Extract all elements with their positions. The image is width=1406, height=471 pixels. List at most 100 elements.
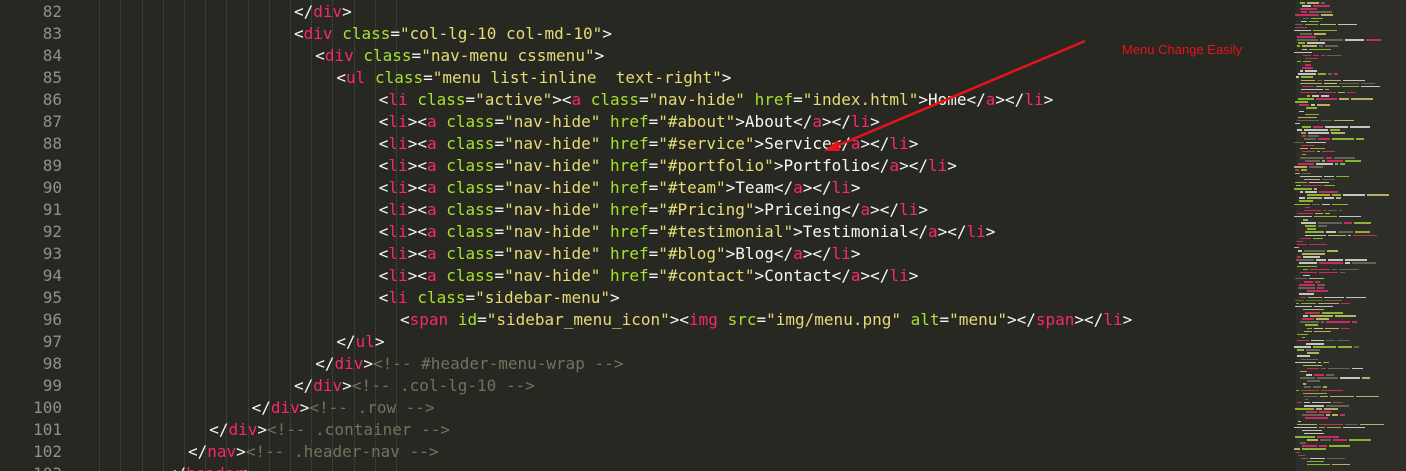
code-token: a: [860, 200, 871, 219]
code-token: =: [494, 266, 505, 285]
code-token: li: [388, 90, 408, 109]
line-number: 86: [42, 90, 62, 109]
code-token: li: [388, 200, 408, 219]
code-token: >: [342, 2, 352, 21]
code-token: >: [822, 112, 832, 131]
code-token: <: [679, 310, 690, 329]
code-token: =: [648, 244, 659, 263]
code-line[interactable]: </div><!-- .container -->: [209, 419, 450, 441]
code-token: li: [899, 200, 919, 219]
code-token: Blog: [735, 244, 774, 263]
code-token: li: [850, 112, 871, 131]
code-token: alt: [910, 310, 940, 329]
indent-guide: [184, 0, 185, 471]
code-token: >: [552, 90, 562, 109]
code-line[interactable]: <li><a class="nav-hide" href="#blog">Blo…: [379, 243, 861, 265]
code-line[interactable]: <li><a class="nav-hide" href="#contact">…: [379, 265, 919, 287]
code-line[interactable]: </ul>: [336, 331, 384, 353]
code-line[interactable]: <span id="sidebar_menu_icon"><img src="i…: [400, 309, 1132, 331]
code-editor[interactable]: 82 83 84 85 86 87 88 89 90 91 92 93 94 95 96 97 98 99 100 1…: [0, 0, 1290, 471]
code-token: Priceing: [764, 200, 842, 219]
line-number: 93: [42, 244, 62, 263]
code-token: =: [494, 244, 505, 263]
code-token: "nav-hide": [504, 178, 601, 197]
code-token: </: [841, 200, 861, 219]
code-token: >: [754, 266, 765, 285]
code-token: href: [610, 266, 649, 285]
code-line[interactable]: <ul class="menu list-inline text-right">: [336, 67, 731, 89]
code-token: "#service": [658, 134, 755, 153]
code-token: li: [388, 222, 408, 241]
code-token: a: [793, 244, 803, 263]
code-token: li: [388, 112, 408, 131]
line-number: 87: [42, 112, 62, 131]
minimap-viewport-indicator[interactable]: [1296, 0, 1406, 471]
code-token: </: [879, 200, 900, 219]
code-line[interactable]: <div class="col-lg-10 col-md-10">: [294, 23, 612, 45]
line-number: 101: [33, 420, 62, 439]
code-token: </: [1016, 310, 1036, 329]
code-token: </: [908, 222, 928, 241]
code-line[interactable]: <li><a class="nav-hide" href="#service">…: [379, 133, 919, 155]
code-token: a: [426, 112, 437, 131]
code-line[interactable]: <li class="sidebar-menu">: [379, 287, 620, 309]
code-token: div: [303, 24, 333, 43]
code-line[interactable]: </div><!-- #header-menu-wrap -->: [315, 353, 623, 375]
code-token: "index.html": [802, 90, 919, 109]
code-token: a: [927, 222, 938, 241]
code-line[interactable]: <div class="nav-menu cssmenu">: [315, 45, 604, 67]
code-token: class: [342, 24, 391, 43]
code-token: <: [378, 244, 389, 263]
code-line[interactable]: </div>: [294, 1, 352, 23]
code-token: =: [648, 200, 659, 219]
code-token: class: [417, 90, 466, 109]
code-line[interactable]: </nav><!-- .header-nav -->: [188, 441, 438, 463]
code-token: href: [610, 134, 649, 153]
code-line[interactable]: </div><!-- .col-lg-10 -->: [294, 375, 535, 397]
code-token: div: [313, 2, 343, 21]
code-token: =: [411, 46, 422, 65]
code-token: <: [417, 178, 427, 197]
code-token: >: [860, 134, 871, 153]
code-token: id: [457, 310, 478, 329]
line-number: 90: [42, 178, 62, 197]
code-token: </: [294, 376, 314, 395]
code-line[interactable]: <li><a class="nav-hide" href="#testimoni…: [379, 221, 996, 243]
code-token: "col-lg-10 col-md-10": [400, 24, 603, 43]
code-token: >: [725, 244, 736, 263]
code-line[interactable]: <li><a class="nav-hide" href="#team">Tea…: [379, 177, 861, 199]
code-line[interactable]: <li><a class="nav-hide" href="#Pricing">…: [379, 199, 928, 221]
code-token: </: [870, 134, 890, 153]
code-token: "nav-hide": [504, 156, 601, 175]
code-token: >: [610, 288, 620, 307]
code-token: >: [342, 376, 352, 395]
code-token: <!-- .row -->: [309, 398, 435, 417]
code-token: >: [363, 354, 373, 373]
code-token: >: [995, 90, 1006, 109]
code-token: >: [773, 156, 784, 175]
code-token: li: [831, 178, 851, 197]
code-token: </: [870, 156, 890, 175]
code-token: "img/menu.png": [766, 310, 901, 329]
code-token: div: [334, 354, 364, 373]
code-line[interactable]: </header>: [167, 463, 254, 471]
code-token: =: [465, 90, 476, 109]
code-token: <: [417, 200, 427, 219]
code-token: >: [1006, 310, 1017, 329]
code-line[interactable]: <li><a class="nav-hide" href="#portfolio…: [379, 155, 957, 177]
code-token: </: [831, 266, 851, 285]
line-number: 94: [42, 266, 62, 285]
code-token: >: [870, 200, 880, 219]
line-number: 99: [42, 376, 62, 395]
code-token: "#testimonial": [658, 222, 794, 241]
code-token: <: [378, 266, 389, 285]
code-line[interactable]: <li><a class="nav-hide" href="#about">Ab…: [379, 111, 880, 133]
code-line[interactable]: </div><!-- .row -->: [252, 397, 435, 419]
code-token: src: [727, 310, 757, 329]
code-line[interactable]: <li class="active"><a class="nav-hide" h…: [379, 89, 1053, 111]
